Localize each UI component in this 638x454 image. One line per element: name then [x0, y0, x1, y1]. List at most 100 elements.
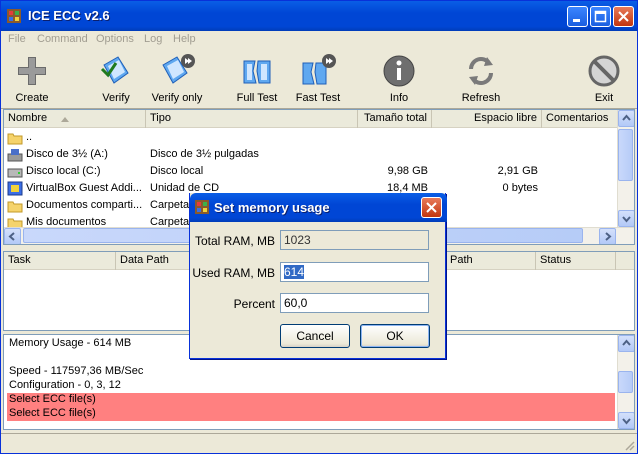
menu-command[interactable]: Command [37, 33, 88, 45]
set-memory-usage-dialog: Set memory usage Total RAM, MB 1023 Used… [189, 193, 447, 359]
plus-icon [18, 57, 46, 85]
verify-only-label: Verify only [151, 92, 203, 104]
title-bar[interactable]: ICE ECC v2.6 [1, 1, 637, 31]
fast-test-button[interactable]: Fast Test [291, 49, 345, 109]
dialog-close-button[interactable] [421, 197, 442, 218]
used-ram-field[interactable]: 614 [280, 262, 429, 282]
column-path[interactable]: Path [446, 252, 536, 270]
verify-button[interactable]: Verify [90, 49, 142, 109]
chevron-down-icon [622, 418, 631, 425]
folder-icon [7, 133, 23, 145]
column-task[interactable]: Task [4, 252, 116, 270]
column-comments-label: Comentarios [546, 112, 609, 124]
broken-document-icon [243, 60, 271, 84]
close-button[interactable] [613, 6, 634, 27]
toolbar: Create Verify Verify only Full Test Fast… [1, 49, 637, 109]
create-button[interactable]: Create [6, 49, 58, 109]
info-button[interactable]: Info [376, 49, 422, 109]
log-scroll-up-button[interactable] [618, 335, 634, 352]
close-icon [426, 202, 437, 213]
resize-grip-icon[interactable] [623, 439, 635, 451]
info-label: Info [389, 92, 409, 104]
item-name: Disco local (C:) [26, 165, 101, 177]
minimize-button[interactable] [567, 6, 588, 27]
verify-only-button[interactable]: Verify only [146, 49, 208, 109]
refresh-button[interactable]: Refresh [455, 49, 507, 109]
refresh-label: Refresh [461, 92, 501, 104]
column-total-size-label: Tamaño total [364, 112, 427, 124]
item-free-space: 0 bytes [502, 182, 538, 194]
total-ram-label: Total RAM, MB [194, 234, 275, 248]
folder-icon [7, 201, 23, 213]
column-status-label: Status [540, 254, 572, 266]
document-check-icon [100, 56, 129, 84]
dialog-title: Set memory usage [214, 200, 330, 215]
item-free-space: 2,91 GB [497, 165, 538, 177]
chevron-up-icon [622, 114, 631, 121]
menu-options[interactable]: Options [96, 33, 134, 45]
list-item[interactable]: .. [4, 129, 618, 146]
menu-bar: File Command Options Log Help [1, 31, 637, 49]
log-scroll-down-button[interactable] [618, 412, 634, 429]
log-scroll-thumb[interactable] [618, 371, 633, 393]
chevron-left-icon [8, 232, 15, 241]
log-line-error: Select ECC file(s) [7, 393, 615, 407]
item-name: VirtualBox Guest Addi... [26, 182, 142, 194]
chevron-up-icon [622, 339, 631, 346]
scroll-up-button[interactable] [618, 110, 634, 127]
exit-button[interactable]: Exit [581, 49, 627, 109]
item-type: Carpeta [150, 199, 190, 211]
exit-label: Exit [594, 92, 614, 104]
menu-file[interactable]: File [8, 33, 26, 45]
item-type: Disco de 3½ pulgadas [150, 148, 259, 160]
column-path-label: Path [450, 254, 473, 266]
list-item[interactable]: Disco local (C:) Disco local 9,98 GB 2,9… [4, 163, 618, 180]
maximize-icon [594, 10, 607, 23]
file-list-header: Nombre Tipo Tamaño total Espacio libre C… [4, 110, 618, 128]
total-ram-field: 1023 [280, 230, 429, 250]
broken-document-play-icon [302, 54, 336, 85]
column-comments[interactable]: Comentarios [542, 110, 618, 128]
fast-test-label: Fast Test [295, 92, 341, 104]
verify-label: Verify [102, 92, 130, 104]
menu-help[interactable]: Help [173, 33, 196, 45]
menu-log[interactable]: Log [144, 33, 162, 45]
column-type[interactable]: Tipo [146, 110, 358, 128]
column-total-size[interactable]: Tamaño total [358, 110, 432, 128]
status-bar [1, 433, 637, 453]
floppy-drive-icon [7, 149, 23, 162]
scroll-right-button[interactable] [599, 228, 616, 244]
hard-drive-icon [7, 168, 23, 178]
app-icon [195, 200, 209, 214]
scroll-thumb[interactable] [618, 129, 633, 181]
log-line: Configuration - 0, 3, 12 [9, 379, 121, 391]
list-item[interactable]: Disco de 3½ (A:) Disco de 3½ pulgadas [4, 146, 618, 163]
column-name[interactable]: Nombre [4, 110, 146, 128]
used-ram-value: 614 [284, 265, 305, 279]
app-icon [7, 9, 21, 23]
column-free-space[interactable]: Espacio libre [432, 110, 542, 128]
column-type-label: Tipo [150, 112, 171, 124]
close-icon [618, 11, 629, 22]
file-list-vertical-scrollbar[interactable] [617, 110, 634, 227]
ok-button[interactable]: OK [360, 324, 430, 348]
item-type: Disco local [150, 165, 204, 177]
window-title: ICE ECC v2.6 [28, 8, 110, 23]
cd-drive-icon [7, 181, 23, 196]
cancel-button[interactable]: Cancel [280, 324, 350, 348]
column-name-label: Nombre [8, 112, 48, 124]
chevron-down-icon [622, 216, 631, 223]
column-status[interactable]: Status [536, 252, 616, 270]
chevron-right-icon [605, 232, 612, 241]
scroll-left-button[interactable] [4, 228, 21, 244]
scroll-down-button[interactable] [618, 210, 634, 227]
exit-icon [588, 55, 620, 87]
percent-field[interactable]: 60,0 [280, 293, 429, 313]
maximize-button[interactable] [590, 6, 611, 27]
log-line-error: Select ECC file(s) [7, 407, 615, 421]
dialog-title-bar[interactable]: Set memory usage [190, 193, 447, 222]
full-test-button[interactable]: Full Test [231, 49, 283, 109]
percent-label: Percent [233, 297, 275, 311]
log-vertical-scrollbar[interactable] [617, 335, 634, 429]
minimize-icon [573, 19, 580, 22]
